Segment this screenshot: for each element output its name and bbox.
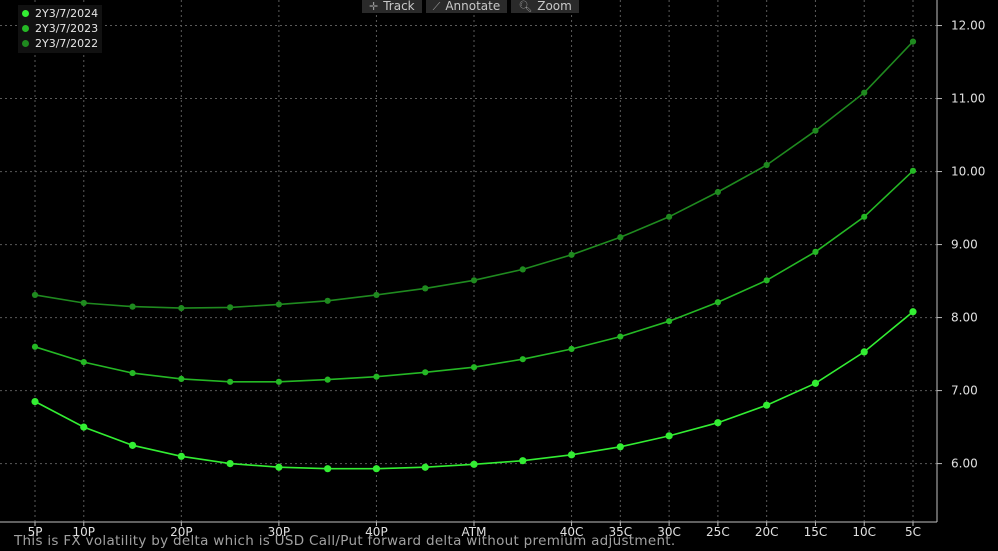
y-tick-label: 8.00	[951, 311, 978, 325]
data-point	[80, 423, 88, 431]
data-point	[909, 308, 917, 316]
data-point	[861, 89, 868, 96]
annotate-label: Annotate	[445, 0, 501, 13]
x-tick-label: 5C	[905, 525, 921, 539]
y-tick-label: 12.00	[951, 19, 985, 33]
data-point	[666, 213, 673, 220]
track-label: Track	[383, 0, 415, 13]
data-point	[275, 463, 283, 471]
y-tick-label: 6.00	[951, 457, 978, 471]
chart-footnote: This is FX volatility by delta which is …	[14, 533, 676, 549]
data-point	[227, 378, 234, 385]
x-tick-label: 15C	[804, 525, 828, 539]
data-point	[80, 359, 87, 366]
data-point	[129, 303, 136, 310]
data-point	[275, 378, 282, 385]
data-point	[324, 465, 332, 473]
legend-label-0: 2Y3/7/2024	[35, 7, 99, 20]
y-tick-label: 11.00	[951, 92, 985, 106]
data-point	[470, 277, 478, 284]
data-point	[178, 375, 185, 383]
data-point	[31, 343, 39, 350]
legend-label-1: 2Y3/7/2023	[35, 22, 99, 35]
data-point	[763, 401, 771, 409]
chart-legend: 2Y3/7/2024 2Y3/7/2023 2Y3/7/2022	[18, 5, 103, 53]
chart-toolbar: ✛ Track ⟋ Annotate 🔍︎ Zoom	[362, 0, 579, 13]
data-point	[31, 291, 39, 299]
data-point	[763, 161, 770, 169]
fx-volatility-chart: 5P 10P 20P 30P 40P ATM 40C 35C 30C 25C 20C 15C 10C 5C…	[0, 0, 985, 539]
data-point	[567, 451, 576, 459]
y-tick-label: 9.00	[951, 238, 978, 252]
legend-item-0[interactable]: 2Y3/7/2024	[22, 6, 98, 21]
data-point	[812, 127, 819, 134]
data-point	[324, 376, 331, 383]
data-point	[714, 419, 722, 427]
x-tick-label: 20C	[755, 525, 779, 539]
data-point	[568, 251, 575, 258]
data-point	[860, 348, 868, 356]
data-point	[909, 167, 917, 174]
data-point	[519, 457, 527, 465]
zoom-label: Zoom	[537, 0, 572, 13]
legend-item-2[interactable]: 2Y3/7/2022	[22, 36, 98, 51]
data-point	[811, 379, 820, 387]
data-point	[129, 369, 136, 377]
data-point	[666, 318, 673, 325]
data-point	[177, 452, 185, 460]
legend-item-1[interactable]: 2Y3/7/2023	[22, 21, 98, 36]
data-point	[617, 333, 624, 340]
data-point	[665, 432, 673, 440]
data-point	[226, 459, 234, 468]
data-point	[568, 345, 575, 353]
data-point	[324, 297, 331, 304]
crosshair-icon: ✛	[369, 0, 379, 13]
track-button[interactable]: ✛ Track	[362, 0, 422, 13]
legend-swatch-0	[22, 10, 29, 17]
data-point	[421, 463, 429, 471]
data-point	[422, 369, 429, 376]
legend-label-2: 2Y3/7/2022	[35, 37, 99, 50]
data-point	[909, 38, 917, 45]
data-point	[470, 460, 478, 468]
x-tick-label: 25C	[706, 525, 730, 539]
magnifier-icon: 🔍︎	[518, 0, 533, 13]
data-point	[714, 299, 721, 306]
data-point	[128, 441, 137, 449]
data-point	[861, 213, 868, 220]
data-point	[31, 397, 39, 406]
data-point	[519, 266, 526, 273]
data-point	[373, 373, 380, 380]
zoom-button[interactable]: 🔍︎ Zoom	[511, 0, 579, 13]
data-point	[470, 364, 478, 371]
data-point	[275, 301, 282, 308]
data-point	[617, 234, 624, 241]
x-tick-label: 10C	[852, 525, 876, 539]
y-tick-label: 7.00	[951, 384, 978, 398]
data-point	[519, 356, 526, 363]
data-point	[80, 299, 87, 307]
legend-swatch-2	[22, 40, 29, 47]
data-point	[714, 188, 721, 196]
pencil-icon: ⟋	[432, 0, 441, 13]
data-point	[227, 304, 234, 311]
data-point	[812, 248, 819, 255]
data-point	[616, 443, 624, 451]
data-point	[422, 285, 429, 292]
data-point	[763, 277, 770, 284]
data-point	[373, 291, 380, 299]
annotate-button[interactable]: ⟋ Annotate	[425, 0, 508, 13]
data-point	[372, 465, 381, 473]
data-point	[178, 304, 185, 312]
y-tick-label: 10.00	[951, 165, 985, 179]
legend-swatch-1	[22, 25, 29, 32]
